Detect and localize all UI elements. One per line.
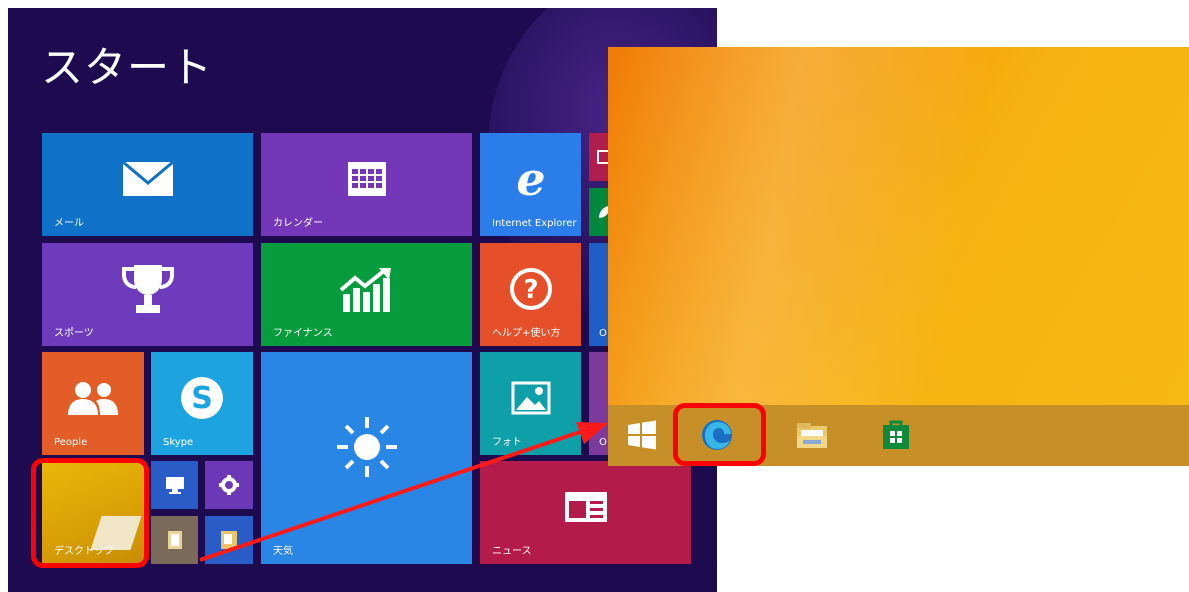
annotation-arrow: [199, 422, 608, 562]
